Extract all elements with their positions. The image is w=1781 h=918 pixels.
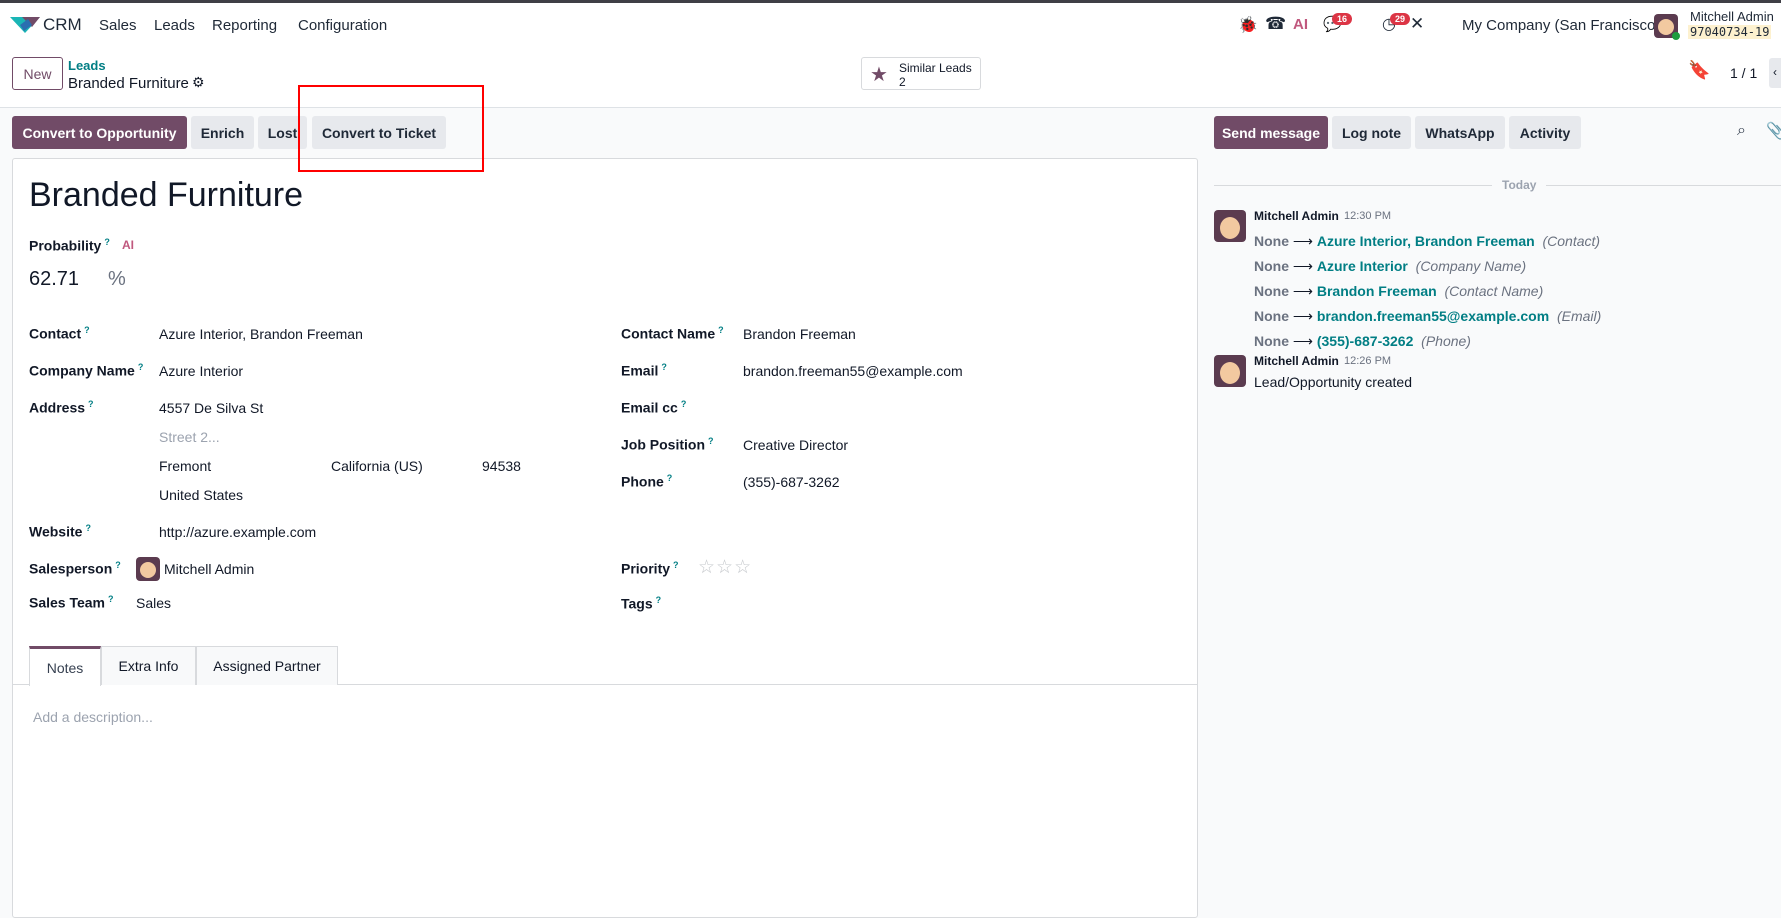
user-name[interactable]: Mitchell Admin xyxy=(1690,9,1774,24)
salesperson-avatar xyxy=(136,557,160,581)
job-position-label: Job Position? xyxy=(621,436,714,453)
gear-icon[interactable]: ⚙ xyxy=(192,74,205,91)
tab-notes[interactable]: Notes xyxy=(29,646,101,686)
phone-icon[interactable]: ☎ xyxy=(1265,14,1286,34)
probability-value[interactable]: 62.71 xyxy=(29,268,79,291)
message-time: 12:26 PM xyxy=(1344,355,1392,367)
message-avatar[interactable] xyxy=(1214,355,1246,387)
job-position-field[interactable]: Creative Director xyxy=(743,437,848,453)
company-switcher[interactable]: My Company (San Francisco) xyxy=(1462,17,1660,34)
crm-logo-icon[interactable] xyxy=(10,15,40,35)
convert-to-opportunity-button[interactable]: Convert to Opportunity xyxy=(12,116,187,149)
whatsapp-button[interactable]: WhatsApp xyxy=(1415,116,1505,149)
tab-assigned-partner[interactable]: Assigned Partner xyxy=(196,646,338,685)
salesperson-label: Salesperson? xyxy=(29,560,121,577)
send-message-button[interactable]: Send message xyxy=(1214,116,1328,149)
contact-name-label: Contact Name? xyxy=(621,325,724,342)
star-icon: ★ xyxy=(870,64,888,86)
email-label: Email? xyxy=(621,362,667,379)
similar-leads-label: Similar Leads xyxy=(899,61,972,75)
company-name-label: Company Name? xyxy=(29,362,144,379)
activity-button[interactable]: Activity xyxy=(1509,116,1581,149)
tab-extra-info[interactable]: Extra Info xyxy=(101,646,196,685)
chat-badge: 16 xyxy=(1332,13,1353,25)
tracking-row: None ⟶ Azure Interior (Company Name) xyxy=(1254,258,1527,274)
date-separator-line xyxy=(1546,185,1781,186)
priority-label: Priority? xyxy=(621,560,679,577)
tracking-row: None ⟶ (355)-687-3262 (Phone) xyxy=(1254,333,1471,349)
similar-leads-count: 2 xyxy=(899,75,906,89)
pager-prev-button[interactable]: ‹ xyxy=(1769,58,1781,88)
activity-badge: 29 xyxy=(1390,13,1411,25)
probability-label: Probability? xyxy=(29,237,110,254)
city-field[interactable]: Fremont xyxy=(159,458,211,474)
ai-probability-icon[interactable]: AI xyxy=(122,238,134,252)
tracking-row: None ⟶ Azure Interior, Brandon Freeman (… xyxy=(1254,233,1601,249)
highlight-box xyxy=(298,85,484,172)
log-note-button[interactable]: Log note xyxy=(1332,116,1411,149)
tracking-changes: None ⟶ Azure Interior, Brandon Freeman (… xyxy=(1254,229,1601,354)
message-author[interactable]: Mitchell Admin xyxy=(1254,354,1339,368)
lead-title[interactable]: Branded Furniture xyxy=(29,176,303,215)
enrich-button[interactable]: Enrich xyxy=(191,116,254,149)
similar-leads-button[interactable]: ★ Similar Leads 2 xyxy=(861,57,981,90)
menu-leads[interactable]: Leads xyxy=(154,17,195,34)
website-label: Website? xyxy=(29,523,91,540)
email-cc-label: Email cc? xyxy=(621,399,687,416)
tools-icon[interactable]: ✕ xyxy=(1410,14,1424,34)
sales-team-field[interactable]: Sales xyxy=(136,595,171,611)
priority-stars[interactable]: ☆☆☆ xyxy=(698,556,752,579)
sales-team-label: Sales Team? xyxy=(29,594,114,611)
contact-label: Contact? xyxy=(29,325,90,342)
bug-icon[interactable]: 🐞 xyxy=(1238,15,1258,35)
search-icon[interactable]: ⌕ xyxy=(1737,122,1746,140)
description-field[interactable]: Add a description... xyxy=(33,709,153,725)
message-author[interactable]: Mitchell Admin xyxy=(1254,209,1339,223)
menu-sales[interactable]: Sales xyxy=(99,17,137,34)
navbar: CRM Sales Leads Reporting Configuration … xyxy=(0,3,1781,46)
paperclip-icon[interactable]: 📎 xyxy=(1766,121,1781,141)
app-name[interactable]: CRM xyxy=(43,15,82,35)
tracking-row: None ⟶ Brandon Freeman (Contact Name) xyxy=(1254,283,1544,299)
arrow-icon: ⟶ xyxy=(1292,258,1313,274)
menu-configuration[interactable]: Configuration xyxy=(298,17,387,34)
address-label: Address? xyxy=(29,399,94,416)
pager-value[interactable]: 1 / 1 xyxy=(1730,65,1757,81)
online-status-icon xyxy=(1672,32,1680,40)
message-body: Lead/Opportunity created xyxy=(1254,374,1412,390)
street-field[interactable]: 4557 De Silva St xyxy=(159,400,263,416)
breadcrumb-leads[interactable]: Leads xyxy=(68,58,106,73)
salesperson-field[interactable]: Mitchell Admin xyxy=(164,561,254,577)
message-avatar[interactable] xyxy=(1214,210,1246,242)
date-separator-line xyxy=(1214,185,1492,186)
percent-sign: % xyxy=(108,268,126,290)
database-name: 97040734-19 xyxy=(1688,25,1772,39)
email-field[interactable]: brandon.freeman55@example.com xyxy=(743,363,963,379)
arrow-icon: ⟶ xyxy=(1292,283,1313,299)
contact-field[interactable]: Azure Interior, Brandon Freeman xyxy=(159,326,363,342)
tracking-row: None ⟶ brandon.freeman55@example.com (Em… xyxy=(1254,308,1602,324)
breadcrumb-current: Branded Furniture xyxy=(68,75,189,92)
arrow-icon: ⟶ xyxy=(1292,333,1313,349)
contact-name-field[interactable]: Brandon Freeman xyxy=(743,326,856,342)
arrow-icon: ⟶ xyxy=(1292,233,1313,249)
zip-field[interactable]: 94538 xyxy=(482,458,521,474)
tags-label: Tags? xyxy=(621,595,662,612)
bookmark-icon[interactable]: 🔖 xyxy=(1688,60,1710,81)
ai-icon[interactable]: AI xyxy=(1293,16,1308,33)
phone-label: Phone? xyxy=(621,473,673,490)
company-name-field[interactable]: Azure Interior xyxy=(159,363,243,379)
phone-field[interactable]: (355)-687-3262 xyxy=(743,474,840,490)
street2-field[interactable]: Street 2... xyxy=(159,429,220,445)
country-field[interactable]: United States xyxy=(159,487,243,503)
control-panel: New Leads Branded Furniture ⚙ ★ Similar … xyxy=(0,46,1781,108)
website-field[interactable]: http://azure.example.com xyxy=(159,524,316,540)
date-separator: Today xyxy=(1502,178,1537,192)
message-time: 12:30 PM xyxy=(1344,210,1392,222)
menu-reporting[interactable]: Reporting xyxy=(212,17,277,34)
arrow-icon: ⟶ xyxy=(1292,308,1313,324)
new-button[interactable]: New xyxy=(12,57,63,90)
state-field[interactable]: California (US) xyxy=(331,458,423,474)
chatter xyxy=(1203,108,1781,897)
